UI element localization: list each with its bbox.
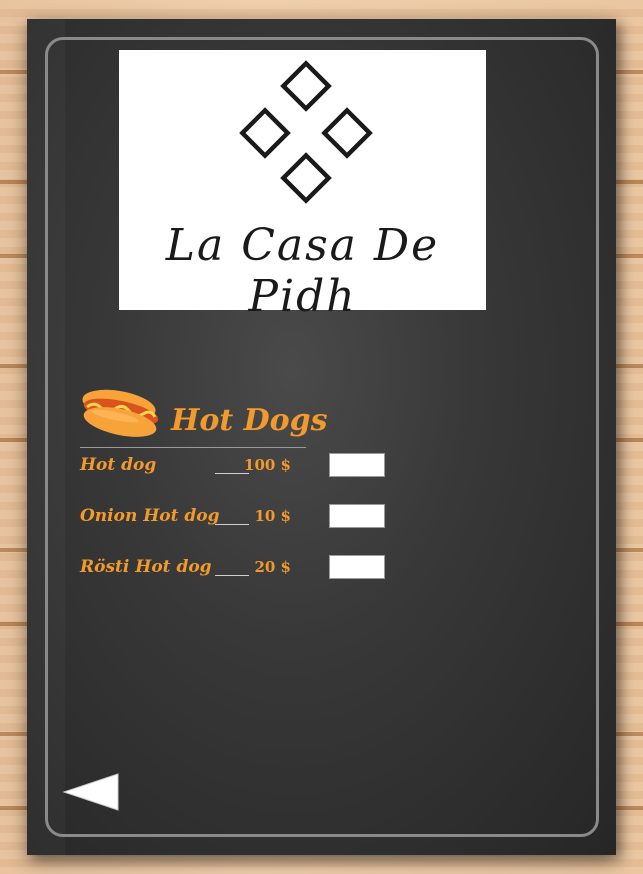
quantity-input[interactable] (329, 504, 385, 528)
quantity-input[interactable] (329, 555, 385, 579)
back-button[interactable] (62, 772, 120, 812)
hotdog-icon (82, 389, 159, 437)
menu-item: Onion Hot dog 10 $ (80, 504, 400, 532)
menu-item-name: Rösti Hot dog (80, 557, 212, 577)
back-triangle-icon (62, 773, 119, 811)
menu-item: Rösti Hot dog 20 $ (80, 555, 400, 583)
section-header-hotdogs: Hot Dogs (79, 381, 328, 447)
menu-item-price: 100 $ (244, 456, 291, 474)
section-divider (80, 447, 306, 448)
quantity-input[interactable] (329, 453, 385, 477)
menu-item: Hot dog 100 $ (80, 453, 400, 481)
restaurant-logo: La Casa De Pidh (119, 50, 486, 322)
menu-item-price: 10 $ (254, 507, 291, 525)
menu-item-name: Onion Hot dog (80, 506, 220, 526)
menu-item-name: Hot dog (80, 455, 157, 475)
restaurant-name: La Casa De Pidh (165, 220, 440, 322)
chalkboard-menu: La Casa De Pidh Hot Dogs Hot dog 100 $ O… (27, 19, 616, 855)
section-title: Hot Dogs (171, 403, 328, 438)
menu-item-price: 20 $ (254, 558, 291, 576)
